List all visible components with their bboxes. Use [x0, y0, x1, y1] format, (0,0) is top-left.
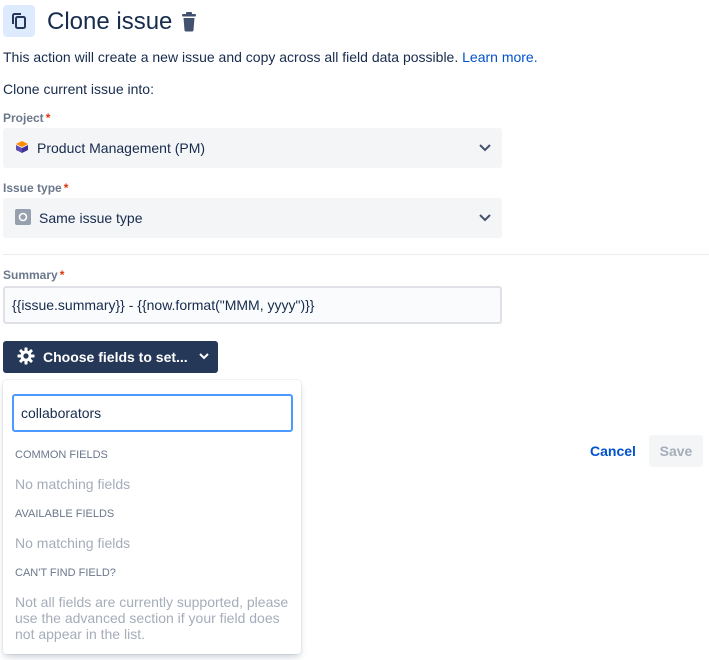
learn-more-link[interactable]: Learn more. [462, 49, 537, 65]
common-fields-header: COMMON FIELDS [15, 449, 108, 461]
summary-label-text: Summary [3, 268, 58, 282]
project-label-text: Project [3, 111, 44, 125]
description-text: This action will create a new issue and … [3, 49, 459, 65]
issue-type-label: Issue type * [3, 180, 68, 196]
description: This action will create a new issue and … [3, 47, 538, 67]
cant-find-help-text: Not all fields are currently supported, … [15, 594, 289, 642]
available-fields-header: AVAILABLE FIELDS [15, 508, 115, 520]
issue-type-select-value: Same issue type [39, 210, 143, 226]
copy-icon [3, 5, 35, 37]
required-mark: * [59, 268, 65, 282]
available-fields-empty: No matching fields [15, 535, 131, 551]
chevron-down-icon [198, 349, 210, 365]
save-button[interactable]: Save [649, 435, 703, 467]
cant-find-header: CAN'T FIND FIELD? [15, 567, 116, 579]
summary-input[interactable]: {{issue.summary}} - {{now.format("MMM, y… [3, 286, 502, 324]
required-mark: * [45, 111, 51, 125]
cancel-button[interactable]: Cancel [583, 435, 643, 467]
page-title: Clone issue [47, 8, 173, 35]
required-mark: * [63, 181, 69, 195]
gear-icon [17, 347, 35, 368]
project-select[interactable]: Product Management (PM) [3, 128, 502, 168]
clone-into-label: Clone current issue into: [3, 81, 154, 97]
field-search-input[interactable]: collaborators [12, 394, 293, 432]
trash-icon[interactable] [180, 12, 198, 37]
chevron-down-icon [478, 210, 492, 227]
project-select-value: Product Management (PM) [37, 140, 206, 156]
project-avatar-icon [15, 140, 29, 157]
field-picker-dropdown: collaborators COMMON FIELDS No matching … [3, 380, 301, 654]
common-fields-empty: No matching fields [15, 476, 131, 492]
chevron-down-icon [478, 140, 492, 157]
summary-label: Summary * [3, 267, 64, 283]
choose-fields-button[interactable]: Choose fields to set... [3, 341, 218, 373]
issue-type-select[interactable]: Same issue type [3, 198, 502, 238]
choose-fields-label: Choose fields to set... [43, 349, 188, 365]
project-label: Project * [3, 110, 50, 126]
divider [3, 254, 709, 255]
issue-type-label-text: Issue type [3, 181, 62, 195]
issue-type-icon [15, 208, 31, 228]
